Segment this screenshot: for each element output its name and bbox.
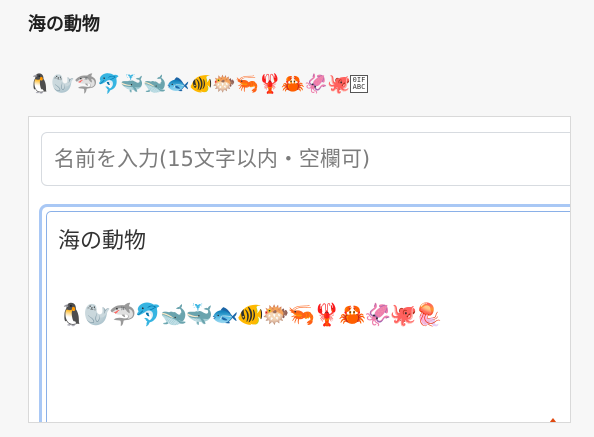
ta-emoji-crab: 🦀 [338, 303, 366, 328]
ta-emoji-octopus: 🐙 [389, 303, 417, 328]
missing-glyph-bottom: ABC [352, 83, 366, 91]
emoji-shark[interactable]: 🦈 [74, 72, 98, 96]
emoji-shrimp[interactable]: 🦐 [235, 72, 259, 96]
missing-glyph-icon[interactable]: 0IF ABC [350, 75, 368, 93]
ta-emoji-dolphin: 🐬 [134, 303, 162, 328]
emoji-spouting-whale[interactable]: 🐳 [120, 72, 144, 96]
message-textarea[interactable]: 海の動物 🐧 🦭 🦈 🐬 🐋 🐳 🐟 🐠 🐡 🦐 🦞 🦀 🦑 🐙 🪼 [39, 204, 570, 422]
ta-emoji-shark: 🦈 [109, 303, 137, 328]
emoji-blowfish[interactable]: 🐡 [212, 72, 236, 96]
page-heading: 海の動物 [28, 14, 100, 35]
ta-emoji-spouting-whale: 🐳 [185, 303, 213, 328]
ta-emoji-seal: 🦭 [83, 303, 111, 328]
ta-emoji-jellyfish: 🪼 [415, 303, 443, 328]
ta-emoji-lobster: 🦞 [313, 303, 341, 328]
ta-emoji-blowfish: 🐡 [262, 303, 290, 328]
emoji-squid[interactable]: 🦑 [304, 72, 328, 96]
ta-emoji-tropical-fish: 🐠 [236, 303, 264, 328]
water-drop-icon [549, 418, 557, 422]
emoji-penguin[interactable]: 🐧 [28, 72, 52, 96]
textarea-title: 海の動物 [58, 229, 147, 254]
textarea-emoji-row: 🐧 🦭 🦈 🐬 🐋 🐳 🐟 🐠 🐡 🦐 🦞 🦀 🦑 🐙 🪼 [58, 303, 443, 329]
ta-emoji-penguin: 🐧 [58, 303, 86, 328]
emoji-fish[interactable]: 🐟 [166, 72, 190, 96]
ta-emoji-squid: 🦑 [364, 303, 392, 328]
name-input[interactable] [41, 132, 570, 186]
emoji-lobster[interactable]: 🦞 [258, 72, 282, 96]
ta-emoji-shrimp: 🦐 [287, 303, 315, 328]
emoji-whale[interactable]: 🐋 [143, 72, 167, 96]
ta-emoji-whale: 🐋 [160, 303, 188, 328]
emoji-seal[interactable]: 🦭 [51, 72, 75, 96]
emoji-octopus[interactable]: 🐙 [327, 72, 351, 96]
ta-emoji-fish: 🐟 [211, 303, 239, 328]
emoji-crab[interactable]: 🦀 [281, 72, 305, 96]
emoji-tropical-fish[interactable]: 🐠 [189, 72, 213, 96]
emoji-strip: 🐧 🦭 🦈 🐬 🐳 🐋 🐟 🐠 🐡 🦐 🦞 🦀 🦑 🐙 0IF ABC [28, 72, 368, 96]
composer-panel: 海の動物 🐧 🦭 🦈 🐬 🐋 🐳 🐟 🐠 🐡 🦐 🦞 🦀 🦑 🐙 🪼 [28, 116, 571, 423]
emoji-dolphin[interactable]: 🐬 [97, 72, 121, 96]
